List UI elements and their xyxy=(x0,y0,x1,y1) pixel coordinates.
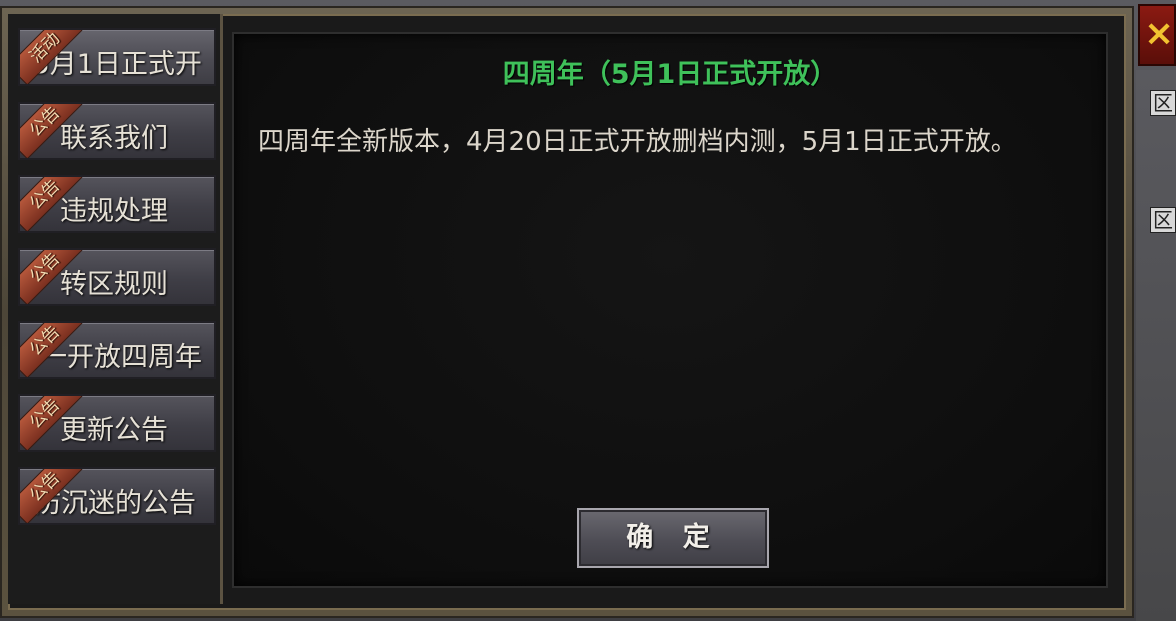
side-strip xyxy=(1136,70,1176,621)
notice-title: 四周年（5月1日正式开放） xyxy=(502,59,838,90)
tab-label: 转区规则 xyxy=(60,269,168,300)
tab-anniversary-open[interactable]: 一开放四周年 公告 xyxy=(18,321,216,379)
side-region-button[interactable]: 区 xyxy=(1150,207,1176,233)
close-icon: × xyxy=(1144,13,1175,54)
tab-label: 更新公告 xyxy=(60,415,168,446)
close-button[interactable]: × xyxy=(1138,4,1176,66)
tab-anniversary-event[interactable]: (5月1日正式开 活动 xyxy=(18,28,216,86)
tab-label: 一开放四周年 xyxy=(40,342,202,373)
tab-transfer-rules[interactable]: 转区规则 公告 xyxy=(18,248,216,306)
tab-anti-addiction[interactable]: 防沉迷的公告 公告 xyxy=(18,467,216,525)
notice-body: 四周年全新版本，4月20日正式开放删档内测，5月1日正式开放。 xyxy=(258,127,1017,157)
tab-violation-handling[interactable]: 违规处理 公告 xyxy=(18,175,216,233)
tab-contact-us[interactable]: 联系我们 公告 xyxy=(18,102,216,160)
notice-content-panel: 四周年（5月1日正式开放） 四周年全新版本，4月20日正式开放删档内测，5月1日… xyxy=(232,32,1108,588)
tab-label: 联系我们 xyxy=(60,123,168,154)
notice-tab-list: (5月1日正式开 活动 联系我们 公告 违规处理 公告 转区规则 公告 一开放四… xyxy=(8,14,223,604)
side-region-button[interactable]: 区 xyxy=(1150,90,1176,116)
tab-update-notice[interactable]: 更新公告 公告 xyxy=(18,394,216,452)
tab-label: 违规处理 xyxy=(60,196,168,227)
confirm-button[interactable]: 确 定 xyxy=(577,508,769,568)
